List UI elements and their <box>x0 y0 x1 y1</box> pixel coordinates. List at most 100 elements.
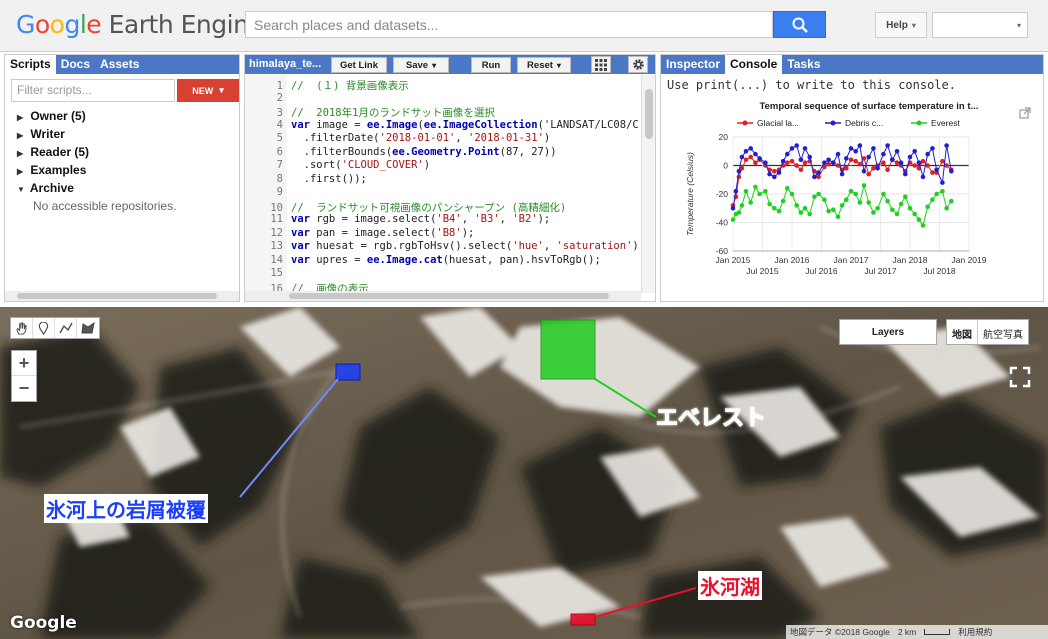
y-tick-label: 20 <box>719 132 729 142</box>
tree-item-reader[interactable]: ▶ Reader (5) <box>17 144 176 162</box>
tab-assets[interactable]: Assets <box>95 55 144 74</box>
data-point <box>871 210 876 215</box>
data-point <box>798 157 804 163</box>
map-type-map[interactable]: 地図 <box>947 320 978 344</box>
code-line[interactable]: 5 .filterDate('2018-01-01', '2018-01-31'… <box>245 132 551 146</box>
code-line[interactable]: 12 var pan = image.select('B8'); <box>245 227 474 241</box>
zoom-out-button[interactable]: − <box>12 376 36 401</box>
code-line[interactable]: 3 // 2018年1月のランドサット画像を選択 <box>245 105 495 119</box>
search-button[interactable] <box>773 11 826 38</box>
line-number: 13 <box>270 240 283 252</box>
apps-grid-button[interactable] <box>591 56 611 73</box>
code-line[interactable]: 8 .first()); <box>245 173 367 187</box>
line-number: 10 <box>270 201 283 214</box>
reset-button[interactable]: Reset ▾ <box>517 57 571 73</box>
data-point <box>785 160 790 165</box>
tab-scripts[interactable]: Scripts <box>5 55 56 74</box>
data-point <box>934 167 939 173</box>
map-type-satellite[interactable]: 航空写真 <box>978 320 1028 344</box>
data-point <box>894 160 900 165</box>
search-input[interactable]: Search places and datasets... <box>245 11 773 38</box>
line-number: 6 <box>276 145 283 158</box>
search-icon <box>792 17 808 33</box>
code-line[interactable]: 7 .sort('CLOUD_COVER') <box>245 159 430 173</box>
data-point <box>802 146 808 151</box>
data-point <box>920 158 926 164</box>
code-line[interactable]: 14 var upres = ee.Image.cat(huesat, pan).… <box>245 254 600 268</box>
data-point <box>944 143 949 148</box>
horizontal-scrollbar[interactable] <box>245 291 641 301</box>
code-text: var pan = image.select('B8'); <box>291 226 475 239</box>
line-number: 9 <box>276 186 283 198</box>
account-dropdown[interactable]: ▾ <box>932 12 1028 38</box>
data-point <box>826 208 831 214</box>
data-point <box>907 206 913 211</box>
zoom-in-button[interactable]: + <box>12 351 36 376</box>
tree-item-writer[interactable]: ▶ Writer <box>17 126 176 144</box>
pan-hand-icon[interactable] <box>11 318 33 338</box>
line-number: 5 <box>276 132 283 144</box>
settings-button[interactable] <box>628 56 648 73</box>
x-tick-label: Jul 2017 <box>864 266 896 276</box>
horizontal-scrollbar[interactable] <box>5 291 239 301</box>
code-line[interactable]: 15 <box>245 267 291 281</box>
editor-toolbar: himalaya_te... Get Link Save ▾ Run Reset ▾ <box>245 55 655 74</box>
terms-link[interactable]: 利用規約 <box>958 626 992 638</box>
get-link-button[interactable]: Get Link <box>331 57 387 73</box>
file-name-tab[interactable]: himalaya_te... <box>245 55 327 74</box>
code-area[interactable]: 1// (１) 背景画像表示 2 3// 2018年1月のランドサット画像を選択 4 v… <box>245 75 641 301</box>
data-point <box>857 143 863 148</box>
code-line[interactable]: 9 <box>245 186 291 200</box>
data-point <box>871 146 876 151</box>
data-point <box>885 198 890 204</box>
new-button[interactable]: NEW ▾ <box>177 79 239 102</box>
data-point <box>848 188 854 194</box>
data-point <box>861 168 867 174</box>
earth-engine-logo[interactable]: Google Earth Engine <box>16 10 264 39</box>
help-button[interactable]: Help ▾ <box>875 12 927 38</box>
code-text: var huesat = rgb.rgbToHsv().select('hue'… <box>291 240 639 252</box>
data-point <box>826 157 831 163</box>
code-line[interactable]: 11 var rgb = image.select('B4', 'B3', 'B2… <box>245 213 550 227</box>
fullscreen-icon[interactable] <box>1008 365 1032 389</box>
run-button[interactable]: Run <box>471 57 511 73</box>
legend-label: Everest <box>931 118 960 128</box>
code-line[interactable]: 2 <box>245 92 291 106</box>
map-view[interactable]: + − Layers 地図 航空写真 氷河上の岩屑被覆 エベレスト 氷河湖 Go… <box>0 307 1048 639</box>
polygon-icon[interactable] <box>77 318 99 338</box>
data-point <box>739 203 745 208</box>
code-line[interactable]: 4 var image = ee.Image(ee.ImageCollection… <box>245 119 639 133</box>
marker-pin-icon[interactable] <box>33 318 55 338</box>
data-point <box>794 163 799 168</box>
data-point <box>816 191 821 197</box>
tree-item-archive[interactable]: ▼ Archive <box>17 180 176 198</box>
line-number: 12 <box>270 226 283 239</box>
code-line[interactable]: 13 var huesat = rgb.rgbToHsv().select('hu… <box>245 240 639 254</box>
everest-annotation-label: エベレスト <box>655 405 767 431</box>
polyline-icon[interactable] <box>55 318 77 338</box>
line-number: 7 <box>276 159 283 171</box>
data-point <box>736 174 742 180</box>
tab-docs[interactable]: Docs <box>56 55 95 74</box>
filter-scripts-input[interactable]: Filter scripts... <box>11 79 175 102</box>
tree-item-examples[interactable]: ▶ Examples <box>17 162 176 180</box>
data-point <box>903 194 908 200</box>
save-button[interactable]: Save ▾ <box>393 57 449 73</box>
data-point <box>890 157 895 163</box>
tab-console[interactable]: Console <box>725 55 783 74</box>
line-number: 15 <box>270 267 283 279</box>
code-line[interactable]: 6 .filterBounds(ee.Geometry.Point(87, 27… <box>245 146 557 160</box>
data-point <box>920 174 926 180</box>
code-line[interactable]: 10 // ランドサット可視画像のパンシャープン (高精細化) <box>245 200 566 214</box>
google-watermark: Google <box>10 613 77 633</box>
tab-tasks[interactable]: Tasks <box>782 55 825 74</box>
data-point <box>798 210 804 215</box>
tab-inspector[interactable]: Inspector <box>661 55 725 74</box>
data-point <box>934 191 939 197</box>
x-tick-label: Jul 2015 <box>746 266 778 276</box>
tree-item-owner[interactable]: ▶ Owner (5) <box>17 108 176 126</box>
vertical-scrollbar[interactable] <box>641 75 655 293</box>
code-line[interactable]: 1 // (１) 背景画像表示 <box>245 78 409 92</box>
layers-button[interactable]: Layers <box>839 319 937 345</box>
data-point <box>835 151 841 157</box>
